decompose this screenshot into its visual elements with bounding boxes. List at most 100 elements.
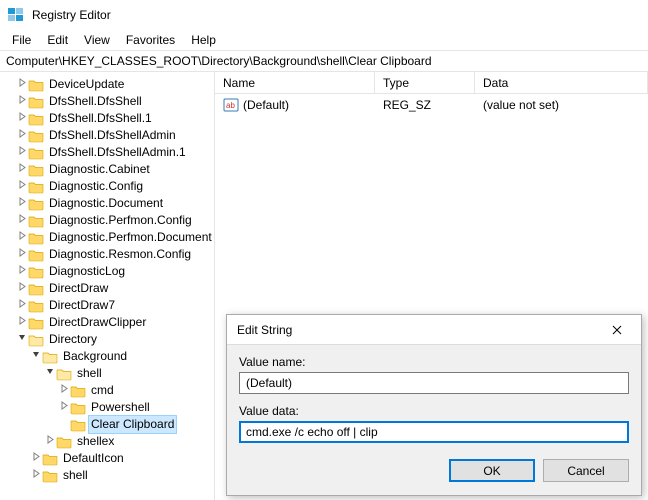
menu-edit[interactable]: Edit: [39, 31, 76, 49]
value-data-label: Value data:: [239, 404, 629, 418]
chevron-down-icon[interactable]: [16, 331, 28, 348]
value-type: REG_SZ: [375, 98, 475, 112]
chevron-right-icon[interactable]: [30, 450, 42, 467]
chevron-down-icon[interactable]: [30, 348, 42, 365]
tree-node[interactable]: DefaultIcon: [2, 450, 214, 467]
col-header-data[interactable]: Data: [475, 72, 648, 93]
chevron-right-icon[interactable]: [16, 280, 28, 297]
values-header: Name Type Data: [215, 72, 648, 94]
chevron-right-icon[interactable]: [30, 467, 42, 484]
cancel-button[interactable]: Cancel: [543, 459, 629, 482]
folder-icon: [70, 384, 86, 398]
folder-icon: [56, 435, 72, 449]
chevron-right-icon[interactable]: [16, 263, 28, 280]
tree-node-label: Diagnostic.Resmon.Config: [47, 246, 193, 263]
tree-node[interactable]: Diagnostic.Resmon.Config: [2, 246, 214, 263]
tree-node-label: Diagnostic.Perfmon.Document: [47, 229, 214, 246]
dialog-titlebar[interactable]: Edit String: [227, 315, 641, 345]
titlebar: Registry Editor: [0, 0, 648, 30]
chevron-right-icon[interactable]: [16, 178, 28, 195]
tree-node[interactable]: Clear Clipboard: [2, 416, 214, 433]
chevron-right-icon[interactable]: [16, 93, 28, 110]
tree-node[interactable]: Diagnostic.Config: [2, 178, 214, 195]
tree-node[interactable]: Background: [2, 348, 214, 365]
chevron-right-icon[interactable]: [16, 229, 28, 246]
tree-node-label: DirectDrawClipper: [47, 314, 148, 331]
col-header-name[interactable]: Name: [215, 72, 375, 93]
chevron-right-icon[interactable]: [16, 144, 28, 161]
tree-node[interactable]: DirectDraw: [2, 280, 214, 297]
tree-node[interactable]: DeviceUpdate: [2, 76, 214, 93]
chevron-right-icon[interactable]: [16, 212, 28, 229]
tree-node[interactable]: shellex: [2, 433, 214, 450]
dialog-title: Edit String: [237, 323, 292, 337]
tree-node[interactable]: shell: [2, 365, 214, 382]
chevron-right-icon[interactable]: [16, 314, 28, 331]
folder-icon: [28, 282, 44, 296]
tree-node[interactable]: Powershell: [2, 399, 214, 416]
tree-node-label: DirectDraw7: [47, 297, 117, 314]
menu-favorites[interactable]: Favorites: [118, 31, 183, 49]
tree-node[interactable]: Diagnostic.Cabinet: [2, 161, 214, 178]
ok-button[interactable]: OK: [449, 459, 535, 482]
tree-node[interactable]: Diagnostic.Perfmon.Document: [2, 229, 214, 246]
addressbar[interactable]: Computer\HKEY_CLASSES_ROOT\Directory\Bac…: [0, 50, 648, 72]
tree-node-label: Diagnostic.Cabinet: [47, 161, 152, 178]
window-title: Registry Editor: [32, 8, 111, 22]
menu-view[interactable]: View: [76, 31, 118, 49]
chevron-right-icon[interactable]: [16, 127, 28, 144]
folder-icon: [70, 418, 86, 432]
chevron-right-icon[interactable]: [58, 399, 70, 416]
value-name-input[interactable]: [239, 372, 629, 394]
tree-node[interactable]: shell: [2, 467, 214, 484]
tree-node[interactable]: cmd: [2, 382, 214, 399]
tree-node-label: DirectDraw: [47, 280, 110, 297]
folder-icon: [70, 401, 86, 415]
tree-node[interactable]: DfsShell.DfsShell: [2, 93, 214, 110]
app-icon: [8, 7, 24, 23]
value-data-input[interactable]: [239, 421, 629, 443]
tree-node[interactable]: DfsShell.DfsShell.1: [2, 110, 214, 127]
chevron-right-icon[interactable]: [58, 382, 70, 399]
tree-node-label: cmd: [89, 382, 116, 399]
value-name: (Default): [243, 98, 289, 112]
tree-node[interactable]: DfsShell.DfsShellAdmin.1: [2, 144, 214, 161]
chevron-down-icon[interactable]: [44, 365, 56, 382]
folder-icon: [28, 214, 44, 228]
tree-node[interactable]: Directory: [2, 331, 214, 348]
chevron-right-icon[interactable]: [16, 246, 28, 263]
folder-icon: [28, 231, 44, 245]
folder-icon: [28, 95, 44, 109]
tree-node-label: Diagnostic.Perfmon.Config: [47, 212, 194, 229]
folder-icon: [56, 367, 72, 381]
tree-node[interactable]: DfsShell.DfsShellAdmin: [2, 127, 214, 144]
tree-node[interactable]: Diagnostic.Document: [2, 195, 214, 212]
chevron-right-icon[interactable]: [16, 76, 28, 93]
folder-icon: [28, 316, 44, 330]
folder-icon: [28, 112, 44, 126]
menu-help[interactable]: Help: [183, 31, 224, 49]
folder-icon: [28, 299, 44, 313]
tree-node-label: DfsShell.DfsShellAdmin: [47, 127, 178, 144]
tree-node-label: Background: [61, 348, 129, 365]
tree-node[interactable]: DirectDraw7: [2, 297, 214, 314]
tree-node[interactable]: DirectDrawClipper: [2, 314, 214, 331]
chevron-right-icon[interactable]: [16, 297, 28, 314]
col-header-type[interactable]: Type: [375, 72, 475, 93]
chevron-right-icon[interactable]: [16, 195, 28, 212]
menu-file[interactable]: File: [4, 31, 39, 49]
chevron-right-icon[interactable]: [16, 161, 28, 178]
tree-node[interactable]: DiagnosticLog: [2, 263, 214, 280]
chevron-right-icon[interactable]: [44, 433, 56, 450]
tree-panel[interactable]: DeviceUpdateDfsShell.DfsShellDfsShell.Df…: [0, 72, 215, 500]
svg-text:ab: ab: [226, 101, 235, 110]
value-data: (value not set): [475, 98, 648, 112]
tree-node[interactable]: Diagnostic.Perfmon.Config: [2, 212, 214, 229]
folder-icon: [28, 180, 44, 194]
folder-icon: [28, 197, 44, 211]
close-icon[interactable]: [603, 315, 631, 344]
value-name-label: Value name:: [239, 355, 629, 369]
chevron-right-icon[interactable]: [16, 110, 28, 127]
value-row[interactable]: ab (Default) REG_SZ (value not set): [215, 94, 648, 114]
folder-icon: [28, 163, 44, 177]
